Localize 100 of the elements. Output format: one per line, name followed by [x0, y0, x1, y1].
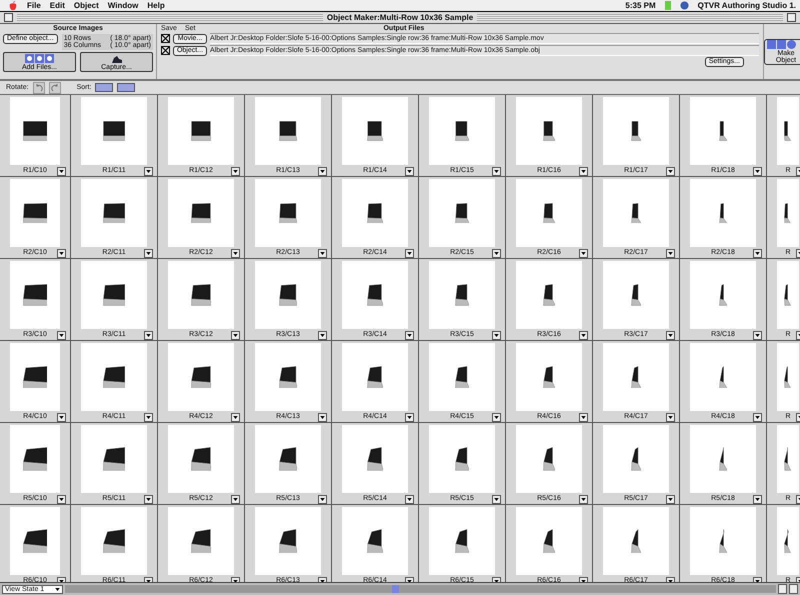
laptop-drawing	[542, 202, 556, 224]
tools-icon	[767, 40, 797, 50]
menu-item[interactable]: Edit	[50, 1, 65, 10]
dropdown-icon[interactable]	[231, 331, 240, 340]
dropdown-icon[interactable]	[144, 331, 153, 340]
close-box[interactable]	[4, 13, 13, 22]
laptop-drawing	[630, 202, 642, 224]
caret-icon	[755, 334, 760, 337]
caret-icon	[320, 498, 325, 501]
dropdown-icon[interactable]	[492, 249, 501, 258]
laptop-drawing	[22, 528, 48, 554]
dropdown-icon[interactable]	[753, 249, 762, 258]
dropdown-icon[interactable]	[753, 331, 762, 340]
caret-icon	[494, 170, 499, 173]
dropdown-icon[interactable]	[405, 413, 414, 422]
globe-icon[interactable]	[680, 1, 689, 10]
dropdown-icon[interactable]	[57, 413, 66, 422]
laptop-drawing	[22, 447, 48, 471]
caret-icon	[755, 170, 760, 173]
app-menu[interactable]: QTVR Authoring Studio 1.	[698, 1, 796, 10]
dropdown-icon[interactable]	[753, 495, 762, 504]
caret-icon	[581, 498, 586, 501]
sort-descending-icon[interactable]	[117, 83, 136, 92]
caret-icon	[755, 252, 760, 255]
caret-icon	[581, 170, 586, 173]
dropdown-icon[interactable]	[492, 413, 501, 422]
caret-icon	[320, 416, 325, 419]
caret-icon	[146, 498, 151, 501]
dropdown-icon[interactable]	[57, 167, 66, 176]
laptop-drawing	[454, 447, 470, 471]
dropdown-icon[interactable]	[666, 495, 675, 504]
laptop-drawing	[784, 202, 792, 224]
dropdown-icon[interactable]	[318, 331, 327, 340]
dropdown-icon[interactable]	[231, 167, 240, 176]
dropdown-icon[interactable]	[318, 495, 327, 504]
dropdown-icon[interactable]	[579, 413, 588, 422]
apple-logo-icon[interactable]	[8, 0, 18, 10]
dropdown-icon[interactable]	[579, 167, 588, 176]
save-checkbox[interactable]	[161, 34, 170, 43]
dropdown-icon[interactable]	[579, 331, 588, 340]
zoom-box[interactable]	[787, 13, 796, 22]
dropdown-icon[interactable]	[753, 413, 762, 422]
caret-icon	[494, 334, 499, 337]
dropdown-icon[interactable]	[666, 331, 675, 340]
caret-icon	[233, 416, 238, 419]
save-checkbox[interactable]	[161, 46, 170, 55]
caret-icon	[581, 334, 586, 337]
scroll-left-icon[interactable]	[778, 584, 787, 594]
dropdown-icon[interactable]	[231, 249, 240, 258]
dropdown-icon[interactable]	[492, 167, 501, 176]
laptop-drawing	[22, 366, 48, 388]
menu-item[interactable]: Window	[108, 1, 138, 10]
dropdown-icon[interactable]	[405, 167, 414, 176]
dropdown-icon[interactable]	[666, 249, 675, 258]
caret-icon	[755, 416, 760, 419]
laptop-drawing	[454, 366, 470, 388]
dropdown-icon[interactable]	[666, 167, 675, 176]
horizontal-scrollbar[interactable]	[65, 585, 776, 593]
caret-icon	[755, 498, 760, 501]
caret-icon	[668, 170, 673, 173]
rotate-left-icon[interactable]	[32, 82, 45, 94]
laptop-drawing	[542, 366, 556, 388]
caret-icon	[407, 334, 412, 337]
dropdown-icon[interactable]	[57, 495, 66, 504]
dropdown-icon[interactable]	[405, 495, 414, 504]
dropdown-icon[interactable]	[492, 331, 501, 340]
rotate-right-icon[interactable]	[48, 82, 61, 94]
dropdown-icon[interactable]	[405, 331, 414, 340]
dropdown-icon[interactable]	[405, 249, 414, 258]
caret-icon	[581, 416, 586, 419]
dropdown-icon[interactable]	[579, 495, 588, 504]
menu-item[interactable]: Help	[147, 1, 165, 10]
dropdown-icon[interactable]	[144, 413, 153, 422]
caret-icon	[581, 252, 586, 255]
dropdown-icon[interactable]	[144, 167, 153, 176]
dropdown-icon[interactable]	[579, 249, 588, 258]
caret-icon	[146, 252, 151, 255]
menu-item[interactable]: File	[27, 1, 41, 10]
dropdown-icon[interactable]	[144, 249, 153, 258]
dropdown-icon[interactable]	[231, 413, 240, 422]
dropdown-icon[interactable]	[753, 167, 762, 176]
laptop-drawing	[190, 447, 212, 471]
dropdown-icon[interactable]	[57, 331, 66, 340]
sort-ascending-icon[interactable]	[95, 83, 114, 92]
laptop-drawing	[718, 528, 728, 554]
dropdown-icon[interactable]	[666, 413, 675, 422]
scroll-right-icon[interactable]	[789, 584, 798, 594]
dropdown-icon[interactable]	[318, 249, 327, 258]
laptop-drawing	[784, 447, 792, 471]
laptop-drawing	[278, 447, 298, 471]
dropdown-icon[interactable]	[144, 495, 153, 504]
dropdown-icon[interactable]	[57, 249, 66, 258]
laptop-drawing	[454, 202, 470, 224]
menu-item[interactable]: Object	[74, 1, 99, 10]
caret-icon	[146, 416, 151, 419]
dropdown-icon[interactable]	[492, 495, 501, 504]
dropdown-icon[interactable]	[318, 167, 327, 176]
caret-icon	[320, 334, 325, 337]
dropdown-icon[interactable]	[318, 413, 327, 422]
dropdown-icon[interactable]	[231, 495, 240, 504]
